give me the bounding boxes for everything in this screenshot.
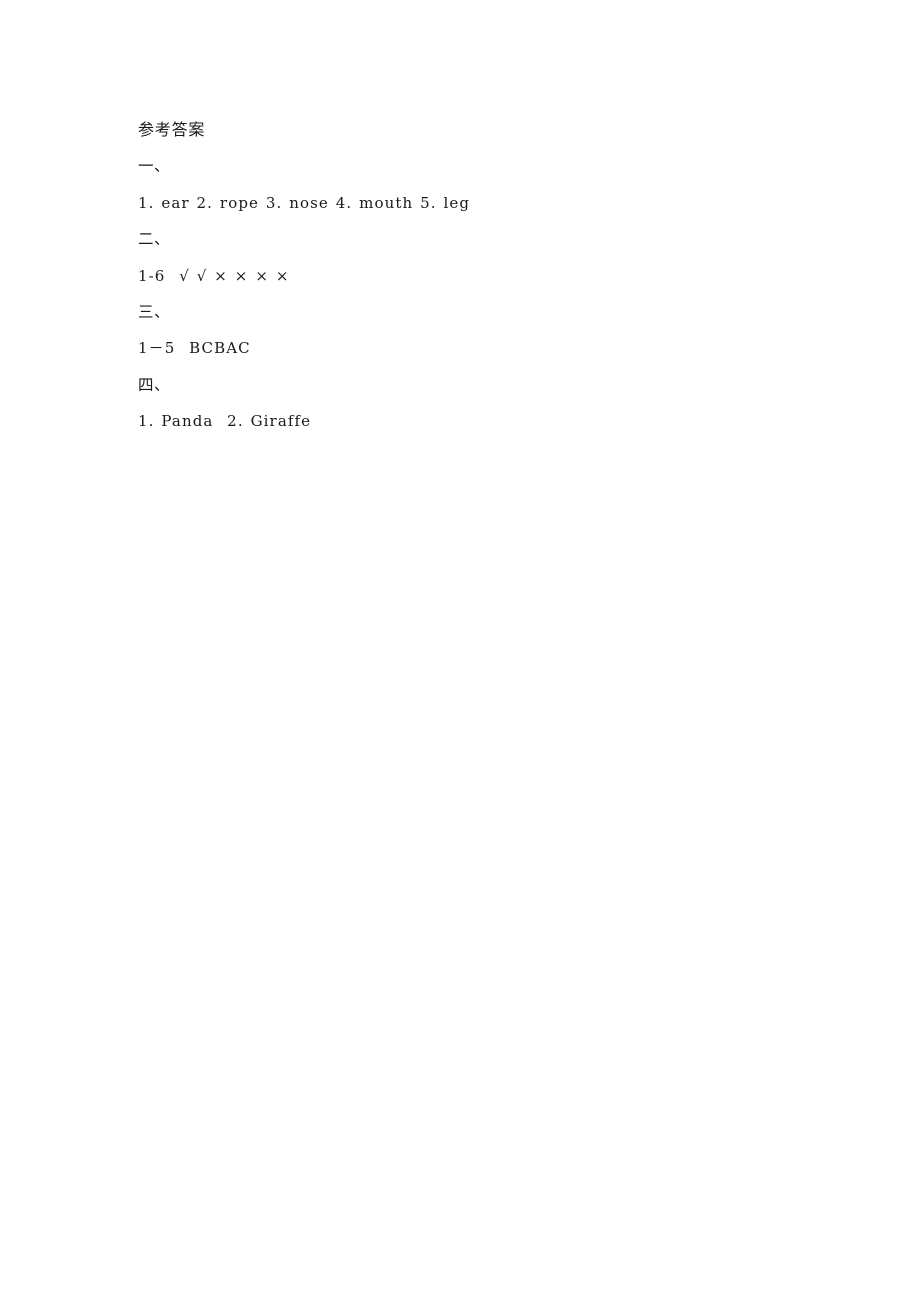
answer-key-page: 参考答案 一、 1. ear 2. rope 3. nose 4. mouth … — [0, 0, 920, 1302]
section-answer-1: 1. ear 2. rope 3. nose 4. mouth 5. leg — [138, 193, 471, 212]
section-answer-2: 1-6 √ √ × × × × — [138, 266, 290, 285]
section-marker-1: 一、 — [138, 157, 171, 176]
section-answer-3: 1－5 BCBAC — [138, 339, 251, 358]
section-marker-4: 四、 — [138, 375, 171, 394]
section-answer-4: 1. Panda 2. Giraffe — [138, 412, 312, 431]
document-content: 参考答案 一、 1. ear 2. rope 3. nose 4. mouth … — [138, 112, 788, 440]
page-title: 参考答案 — [138, 120, 206, 139]
section-marker-3: 三、 — [138, 302, 171, 321]
section-marker-2: 二、 — [138, 230, 171, 249]
